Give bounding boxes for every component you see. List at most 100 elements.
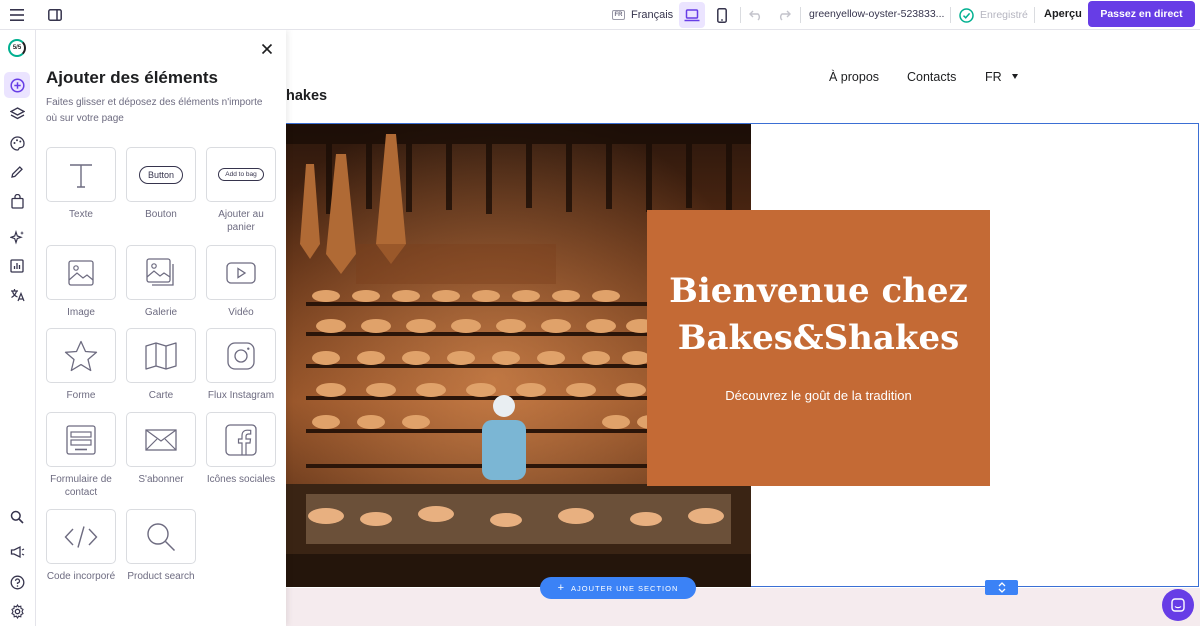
translate-button[interactable] bbox=[4, 282, 30, 308]
hero-title-line: Bakes&Shakes bbox=[677, 318, 960, 358]
gear-icon bbox=[10, 603, 24, 619]
layers-button[interactable] bbox=[4, 101, 30, 127]
envelope-icon bbox=[145, 428, 177, 451]
website-canvas[interactable]: hakes À propos Contacts FR Bienvenue che… bbox=[286, 30, 1200, 626]
plus-icon: + bbox=[557, 582, 566, 594]
caret-down-icon bbox=[1012, 74, 1019, 79]
store-button[interactable] bbox=[4, 188, 30, 214]
nav-link-about[interactable]: À propos bbox=[829, 70, 879, 84]
element-tile-instagram[interactable]: Flux Instagram bbox=[206, 328, 276, 402]
panel-description: Faites glisser et déposez des éléments n… bbox=[46, 97, 263, 124]
tile-label: Vidéo bbox=[228, 307, 254, 318]
desktop-view-button[interactable] bbox=[679, 2, 705, 28]
hero-title[interactable]: Bienvenue chez Bakes&Shakes bbox=[647, 268, 990, 362]
mobile-view-button[interactable] bbox=[709, 2, 735, 28]
star-shape-icon bbox=[64, 340, 98, 371]
undo-button[interactable] bbox=[743, 2, 769, 28]
edit-button[interactable] bbox=[4, 159, 30, 185]
element-tile-shape[interactable]: Forme bbox=[46, 328, 116, 402]
hero-section[interactable]: Bienvenue chez Bakes&Shakes Découvrez le… bbox=[286, 123, 1199, 587]
tile-label: Bouton bbox=[145, 209, 177, 220]
search-button[interactable] bbox=[4, 504, 30, 530]
element-tile-contact-form[interactable]: Formulaire de contact bbox=[46, 412, 116, 499]
tile-label: Code incorporé bbox=[46, 571, 116, 582]
site-name[interactable]: greenyellow-oyster-523833... bbox=[809, 8, 944, 20]
map-icon bbox=[145, 341, 177, 370]
megaphone-icon bbox=[10, 545, 24, 559]
layers-icon bbox=[9, 107, 25, 120]
hero-text-box[interactable]: Bienvenue chez Bakes&Shakes Découvrez le… bbox=[647, 210, 990, 486]
score-logo[interactable]: 5/5 bbox=[8, 39, 26, 57]
chat-support-button[interactable] bbox=[1162, 589, 1194, 621]
laptop-icon bbox=[684, 8, 700, 21]
sparkles-icon bbox=[9, 229, 24, 245]
element-tile-text[interactable]: Texte bbox=[46, 147, 116, 221]
element-tile-gallery[interactable]: Galerie bbox=[126, 245, 196, 319]
search-icon bbox=[147, 522, 176, 551]
section-resize-handle[interactable] bbox=[985, 580, 1018, 595]
element-tile-product-search[interactable]: Product search bbox=[126, 509, 196, 583]
element-tile-map[interactable]: Carte bbox=[126, 328, 196, 402]
language-label: Français bbox=[631, 9, 674, 21]
translate-icon bbox=[10, 289, 25, 302]
help-button[interactable] bbox=[4, 569, 30, 595]
redo-icon bbox=[780, 10, 791, 21]
hamburger-icon[interactable] bbox=[8, 6, 26, 24]
saved-label: Enregistré bbox=[980, 9, 1028, 21]
marketing-button[interactable] bbox=[4, 539, 30, 565]
tile-label: Product search bbox=[127, 571, 195, 582]
check-circle-icon bbox=[959, 7, 974, 23]
settings-button[interactable] bbox=[4, 598, 30, 624]
divider bbox=[950, 7, 951, 23]
ai-tools-button[interactable] bbox=[4, 224, 30, 250]
add-elements-panel: Ajouter des éléments Faites glisser et d… bbox=[36, 30, 286, 626]
analytics-button[interactable] bbox=[4, 253, 30, 279]
nav-language-label: FR bbox=[985, 70, 1002, 84]
tile-label: Icônes sociales bbox=[206, 474, 276, 485]
tile-label: Carte bbox=[148, 390, 174, 401]
text-icon bbox=[70, 163, 92, 188]
hero-subtitle[interactable]: Découvrez le goût de la tradition bbox=[647, 388, 990, 403]
tile-label: Formulaire de contact bbox=[50, 474, 112, 498]
gallery-icon bbox=[146, 257, 174, 286]
element-tile-embed-code[interactable]: Code incorporé bbox=[46, 509, 116, 583]
add-section-button[interactable]: + AJOUTER UNE SECTION bbox=[540, 577, 696, 599]
code-icon bbox=[64, 525, 98, 548]
tile-label: Image bbox=[67, 307, 95, 318]
panel-title: Ajouter des éléments bbox=[46, 68, 218, 87]
redo-button[interactable] bbox=[771, 2, 797, 28]
help-icon bbox=[10, 575, 24, 589]
element-tile-video[interactable]: Vidéo bbox=[206, 245, 276, 319]
preview-button[interactable]: Aperçu bbox=[1044, 8, 1082, 20]
element-tile-social-icons[interactable]: Icônes sociales bbox=[206, 412, 276, 486]
pencil-icon bbox=[11, 166, 23, 178]
styles-button[interactable] bbox=[4, 130, 30, 156]
element-tile-subscribe[interactable]: S'abonner bbox=[126, 412, 196, 486]
publish-button[interactable]: Passez en direct bbox=[1088, 1, 1195, 27]
tile-label: Flux Instagram bbox=[207, 390, 275, 401]
facebook-icon bbox=[225, 423, 257, 456]
element-tile-button[interactable]: Button Bouton bbox=[126, 147, 196, 221]
language-selector[interactable]: FR Français bbox=[612, 4, 673, 26]
element-tile-image[interactable]: Image bbox=[46, 245, 116, 319]
close-icon[interactable] bbox=[260, 42, 274, 56]
resize-arrows-icon bbox=[998, 582, 1005, 593]
undo-icon bbox=[749, 10, 760, 21]
phone-icon bbox=[717, 7, 727, 23]
sidebar-layout-icon[interactable] bbox=[46, 6, 64, 24]
chart-icon bbox=[10, 259, 24, 273]
site-logo[interactable]: hakes bbox=[286, 88, 327, 104]
nav-link-contacts[interactable]: Contacts bbox=[907, 70, 956, 84]
nav-language-selector[interactable]: FR bbox=[985, 70, 1019, 84]
add-elements-button[interactable] bbox=[4, 72, 30, 98]
chat-icon bbox=[1171, 598, 1185, 612]
next-section[interactable] bbox=[286, 588, 1200, 626]
tile-label: Ajouter au panier bbox=[218, 209, 264, 233]
hero-title-line: Bienvenue chez bbox=[669, 271, 968, 311]
flag-icon: FR bbox=[612, 10, 625, 20]
element-tile-add-to-cart[interactable]: Add to bag Ajouter au panier bbox=[206, 147, 276, 234]
shopping-bag-icon bbox=[10, 193, 24, 209]
palette-icon bbox=[9, 135, 25, 151]
add-section-label: AJOUTER UNE SECTION bbox=[571, 583, 679, 593]
divider bbox=[740, 7, 741, 23]
